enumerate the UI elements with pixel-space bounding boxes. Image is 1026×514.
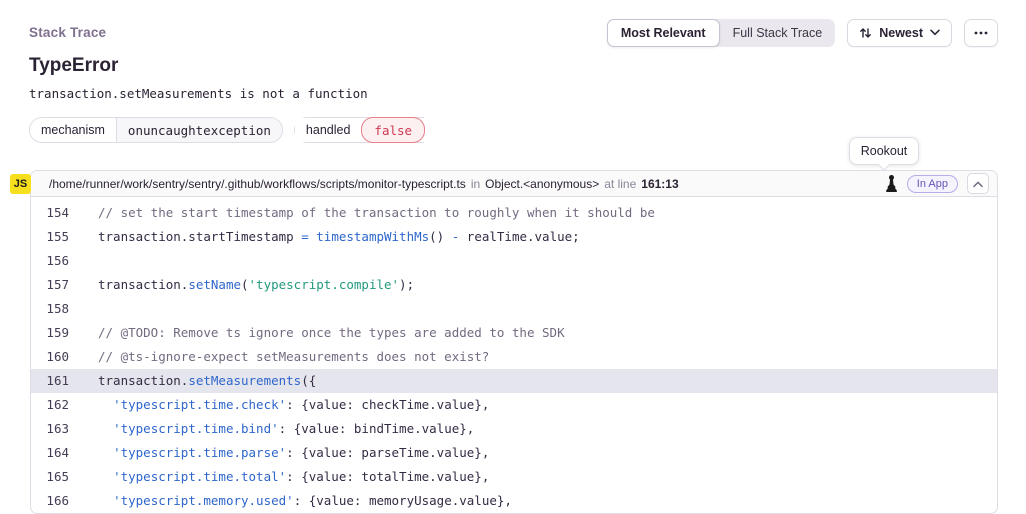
code-text: transaction.setMeasurements({ xyxy=(71,369,316,393)
line-number: 160 xyxy=(31,345,71,369)
tag-mechanism[interactable]: mechanism onuncaughtexception xyxy=(29,117,283,143)
frame-line-col: 161:13 xyxy=(641,177,678,191)
line-number: 162 xyxy=(31,393,71,417)
code-text: 'typescript.time.check': {value: checkTi… xyxy=(71,393,489,417)
tag-handled[interactable]: handled false xyxy=(294,117,424,143)
frame-function: Object.<anonymous> xyxy=(485,177,599,191)
sort-arrows-icon xyxy=(859,27,872,39)
code-line-159: 159// @TODO: Remove ts ignore once the t… xyxy=(31,321,997,345)
toggle-full-stack-trace[interactable]: Full Stack Trace xyxy=(720,19,836,47)
tooltip-caret xyxy=(878,158,891,171)
toggle-most-relevant[interactable]: Most Relevant xyxy=(607,19,720,47)
code-line-165: 165 'typescript.time.total': {value: tot… xyxy=(31,465,997,489)
view-toggle-group: Most Relevant Full Stack Trace xyxy=(607,19,835,47)
line-number: 164 xyxy=(31,441,71,465)
line-number: 158 xyxy=(31,297,71,321)
collapse-frame-button[interactable] xyxy=(967,173,989,194)
code-text: 'typescript.time.total': {value: totalTi… xyxy=(71,465,489,489)
code-line-154: 154// set the start timestamp of the tra… xyxy=(31,201,997,225)
javascript-platform-icon: JS xyxy=(10,174,31,194)
line-number: 157 xyxy=(31,273,71,297)
code-line-162: 162 'typescript.time.check': {value: che… xyxy=(31,393,997,417)
code-text: transaction.startTimestamp = timestampWi… xyxy=(71,225,580,249)
sort-newest-button[interactable]: Newest xyxy=(847,19,952,47)
frame-title: /home/runner/work/sentry/sentry/.github/… xyxy=(49,177,679,191)
line-number: 165 xyxy=(31,465,71,489)
code-line-166: 166 'typescript.memory.used': {value: me… xyxy=(31,489,997,513)
code-line-155: 155transaction.startTimestamp = timestam… xyxy=(31,225,997,249)
line-number: 159 xyxy=(31,321,71,345)
frame-filepath: /home/runner/work/sentry/sentry/.github/… xyxy=(49,177,466,191)
chevron-up-icon xyxy=(973,177,983,191)
tag-mechanism-value: onuncaughtexception xyxy=(117,118,282,142)
tag-handled-key: handled xyxy=(295,118,362,142)
code-text: // set the start timestamp of the transa… xyxy=(71,201,655,225)
frame-in-label: in xyxy=(471,177,480,191)
error-message: transaction.setMeasurements is not a fun… xyxy=(29,86,368,101)
stack-frame: JS /home/runner/work/sentry/sentry/.gith… xyxy=(30,170,998,514)
code-line-157: 157transaction.setName('typescript.compi… xyxy=(31,273,997,297)
code-lines: 154// set the start timestamp of the tra… xyxy=(31,197,997,513)
code-text: 'typescript.memory.used': {value: memory… xyxy=(71,489,512,513)
line-number: 154 xyxy=(31,201,71,225)
tags-row: mechanism onuncaughtexception handled fa… xyxy=(29,117,424,143)
frame-header[interactable]: JS /home/runner/work/sentry/sentry/.gith… xyxy=(31,171,997,197)
code-text: transaction.setName('typescript.compile'… xyxy=(71,273,414,297)
rookout-tooltip: Rookout xyxy=(849,137,919,165)
code-text xyxy=(71,249,98,273)
in-app-badge: In App xyxy=(907,175,958,193)
rookout-icon[interactable] xyxy=(885,175,898,192)
code-line-156: 156 xyxy=(31,249,997,273)
chevron-down-icon xyxy=(930,29,940,36)
line-number: 155 xyxy=(31,225,71,249)
tag-handled-value: false xyxy=(361,117,425,143)
ellipsis-icon xyxy=(974,31,988,35)
code-line-164: 164 'typescript.time.parse': {value: par… xyxy=(31,441,997,465)
header-controls: Most Relevant Full Stack Trace Newest xyxy=(607,19,998,47)
sort-newest-label: Newest xyxy=(879,26,923,40)
error-type-title: TypeError xyxy=(29,55,118,77)
line-number: 156 xyxy=(31,249,71,273)
code-line-163: 163 'typescript.time.bind': {value: bind… xyxy=(31,417,997,441)
code-text: 'typescript.time.parse': {value: parseTi… xyxy=(71,441,489,465)
section-title: Stack Trace xyxy=(29,25,106,40)
code-text xyxy=(71,297,98,321)
more-options-button[interactable] xyxy=(964,19,998,47)
stack-trace-page: Stack Trace Most Relevant Full Stack Tra… xyxy=(0,0,1026,514)
code-line-158: 158 xyxy=(31,297,997,321)
frame-at-line-label: at line xyxy=(604,177,636,191)
line-number: 163 xyxy=(31,417,71,441)
line-number: 166 xyxy=(31,489,71,513)
frame-actions: In App xyxy=(885,173,989,194)
code-text: // @TODO: Remove ts ignore once the type… xyxy=(71,321,565,345)
code-text: // @ts-ignore-expect setMeasurements doe… xyxy=(71,345,489,369)
code-text: 'typescript.time.bind': {value: bindTime… xyxy=(71,417,474,441)
line-number: 161 xyxy=(31,369,71,393)
tag-mechanism-key: mechanism xyxy=(30,118,117,142)
stack-trace-header: Stack Trace Most Relevant Full Stack Tra… xyxy=(29,18,998,47)
code-line-161: 161transaction.setMeasurements({ xyxy=(31,369,997,393)
code-line-160: 160// @ts-ignore-expect setMeasurements … xyxy=(31,345,997,369)
rookout-tooltip-label: Rookout xyxy=(861,144,908,158)
